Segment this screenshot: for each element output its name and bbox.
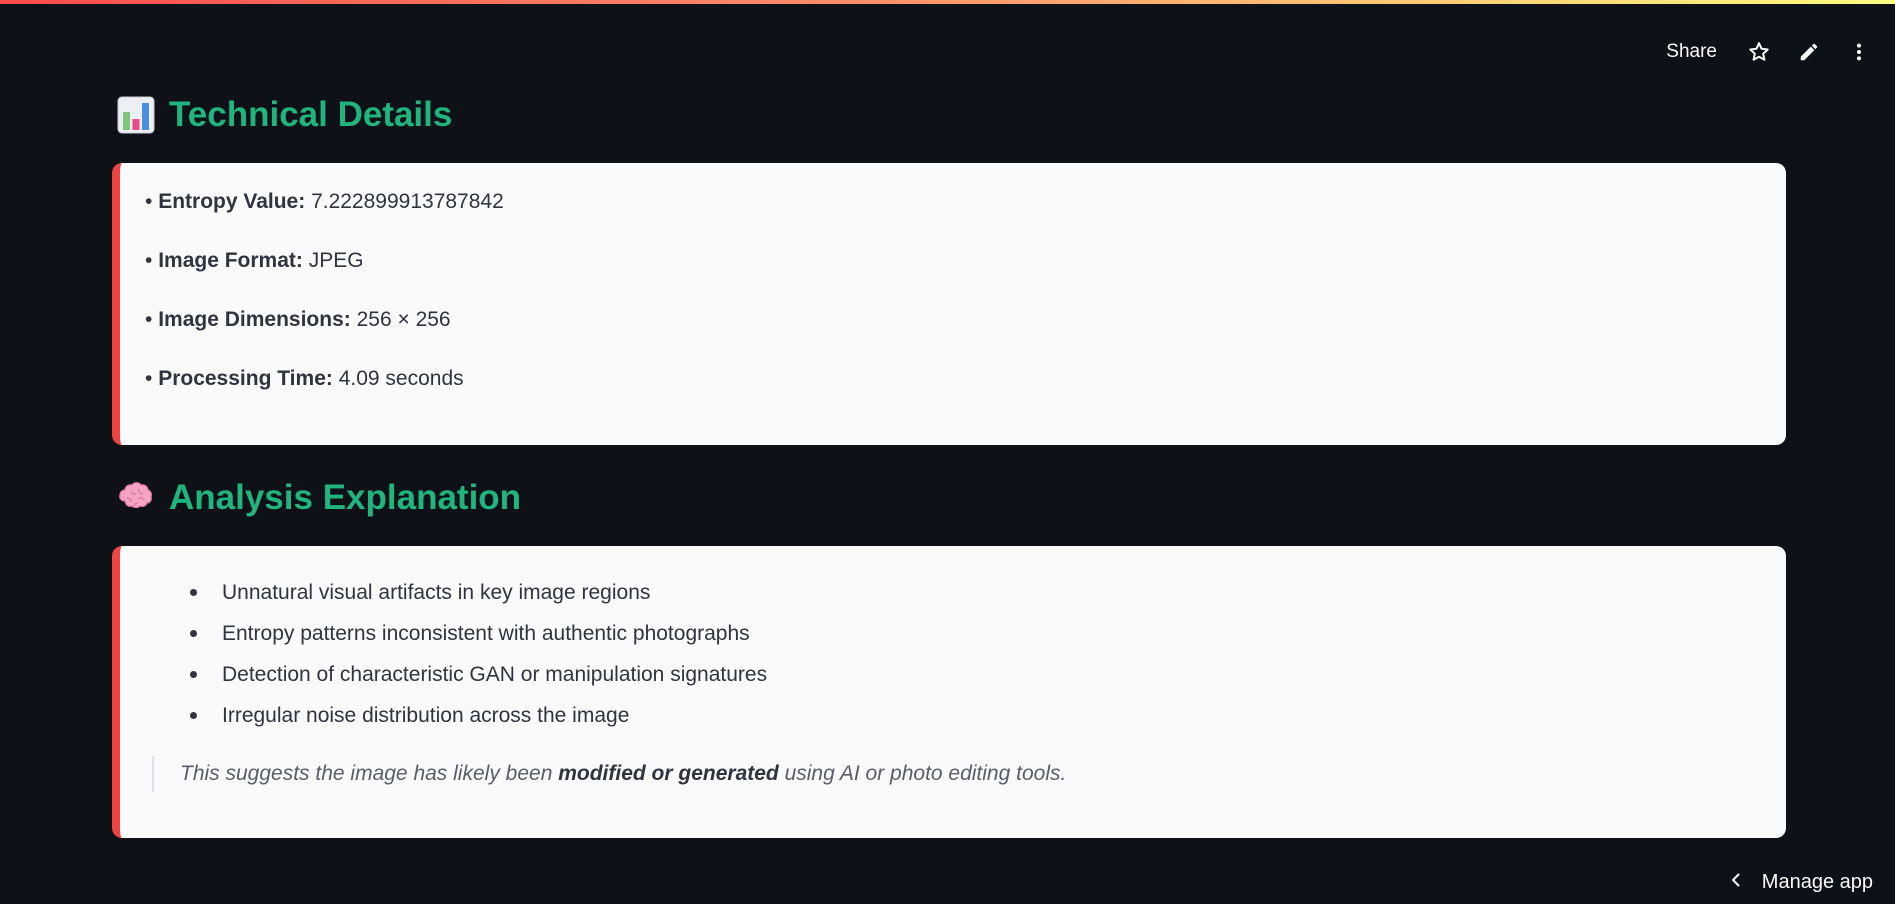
list-item: Unnatural visual artifacts in key image … (190, 572, 767, 613)
chevron-left-icon (1728, 871, 1744, 894)
quote-text-after: using AI or photo editing tools. (778, 762, 1067, 785)
entropy-label: Entropy Value: (158, 190, 306, 213)
quote-text-before: This suggests the image has likely been (180, 762, 559, 785)
image-dimensions-value: 256 × 256 (356, 308, 451, 331)
bullet-dot-icon (190, 712, 197, 719)
processing-time-line: • Processing Time: 4.09 seconds (145, 367, 464, 390)
technical-details-title: Technical Details (169, 95, 453, 134)
manage-app-button[interactable]: Manage app (1728, 871, 1873, 894)
image-format-line: • Image Format: JPEG (145, 249, 364, 272)
list-item: Entropy patterns inconsistent with authe… (190, 613, 767, 654)
brain-emoji-icon (117, 479, 155, 517)
bullet-text: Entropy patterns inconsistent with authe… (222, 622, 750, 645)
image-format-value: JPEG (308, 249, 364, 272)
analysis-explanation-title: Analysis Explanation (169, 478, 522, 517)
entropy-value-line: • Entropy Value: 7.222899913787842 (145, 190, 504, 213)
image-dimensions-line: • Image Dimensions: 256 × 256 (145, 308, 451, 331)
processing-time-value: 4.09 seconds (338, 367, 464, 390)
technical-details-heading: Technical Details (117, 95, 452, 135)
image-format-label: Image Format: (158, 249, 303, 272)
bullet-dot-icon (190, 630, 197, 637)
list-item: Detection of characteristic GAN or manip… (190, 654, 767, 695)
bullet-dot-icon (190, 671, 197, 678)
star-icon[interactable] (1743, 36, 1775, 68)
bullet-text: Detection of characteristic GAN or manip… (222, 663, 768, 686)
bullet-text: Irregular noise distribution across the … (222, 704, 630, 727)
share-button[interactable]: Share (1666, 41, 1717, 63)
entropy-value: 7.222899913787842 (311, 190, 504, 213)
quote-emphasis: modified or generated (558, 762, 779, 785)
conclusion-blockquote: This suggests the image has likely been … (152, 756, 1066, 792)
pencil-icon[interactable] (1793, 36, 1825, 68)
bullet-text: Unnatural visual artifacts in key image … (222, 581, 651, 604)
app-toolbar: Share (1666, 36, 1875, 68)
more-vertical-icon[interactable] (1843, 36, 1875, 68)
manage-app-label: Manage app (1761, 871, 1873, 893)
bullet-dot-icon (190, 589, 197, 596)
processing-time-label: Processing Time: (158, 367, 333, 390)
list-item: Irregular noise distribution across the … (190, 695, 767, 736)
bar-chart-emoji-icon (117, 96, 155, 134)
analysis-explanation-heading: Analysis Explanation (117, 478, 521, 518)
analysis-bullet-list: Unnatural visual artifacts in key image … (190, 572, 767, 736)
top-gradient-bar (0, 0, 1895, 4)
image-dimensions-label: Image Dimensions: (158, 308, 351, 331)
